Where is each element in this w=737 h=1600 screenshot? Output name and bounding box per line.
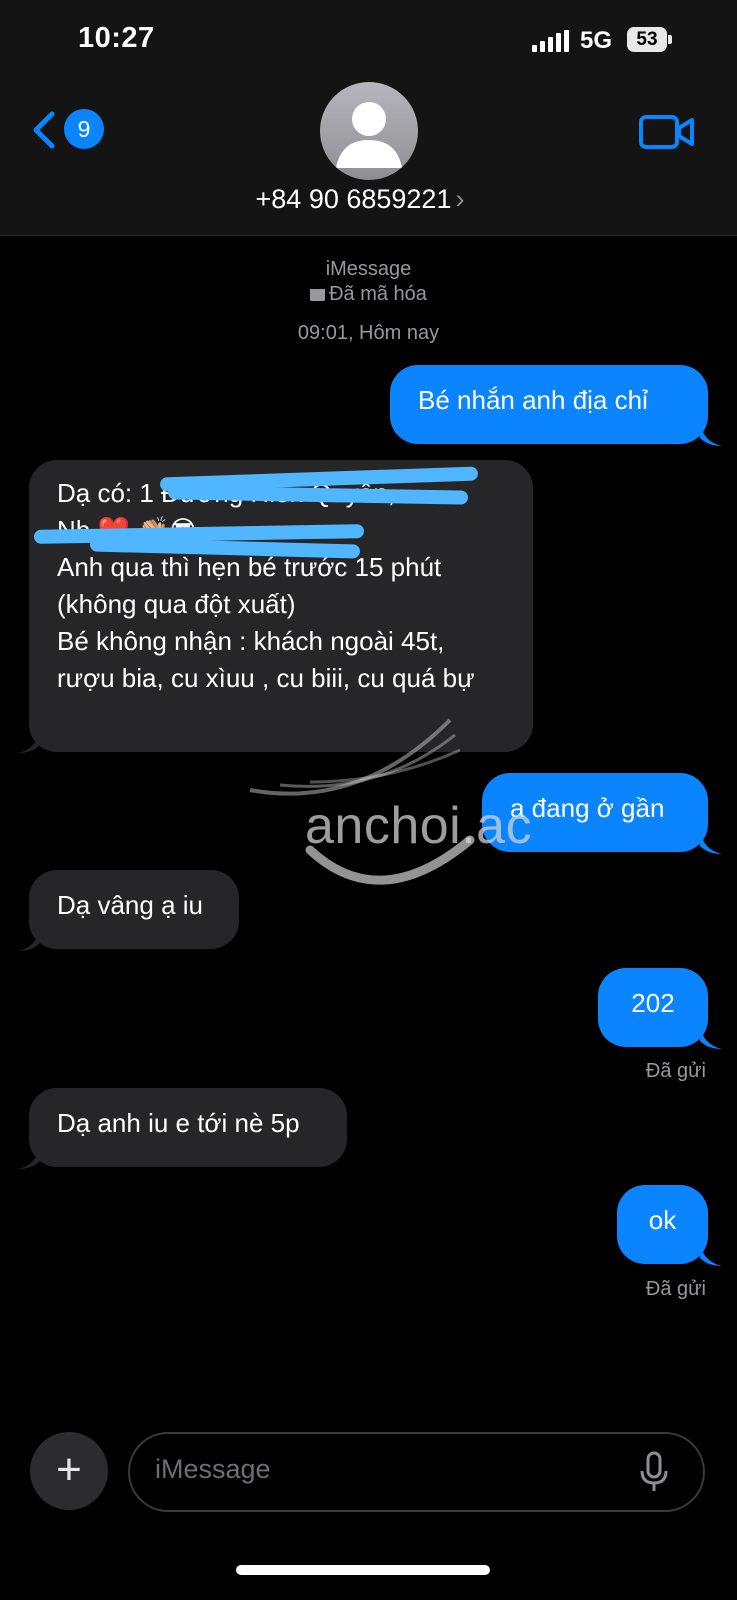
- bubble-tail: [700, 1027, 722, 1049]
- unread-count-badge[interactable]: 9: [64, 109, 104, 149]
- encryption-text: Đã mã hóa: [329, 283, 427, 305]
- bubble-tail: [18, 929, 40, 951]
- input-placeholder: iMessage: [155, 1454, 271, 1484]
- message-text: ok: [648, 1205, 677, 1235]
- apps-plus-button[interactable]: +: [30, 1432, 108, 1510]
- bubble-tail: [18, 731, 40, 753]
- message-bubble-incoming[interactable]: Dạ vâng ạ iu: [29, 870, 239, 949]
- message-line: Bé không nhận : khách ngoài 45t,: [57, 626, 445, 656]
- contact-name: +84 90 6859221: [255, 184, 452, 214]
- header-divider: [0, 235, 737, 236]
- microphone-icon[interactable]: [638, 1451, 670, 1493]
- message-bubble-outgoing[interactable]: ok: [617, 1185, 708, 1264]
- network-type: 5G: [580, 27, 613, 54]
- lock-icon: [310, 289, 326, 301]
- battery-icon: 53: [627, 27, 667, 52]
- message-bubble-outgoing[interactable]: Bé nhắn anh địa chỉ: [390, 365, 708, 444]
- bubble-tail: [18, 1147, 40, 1169]
- chevron-right-icon: ›: [455, 184, 465, 214]
- delivery-status: Đã gửi: [645, 1060, 706, 1082]
- battery-tip: [668, 35, 672, 44]
- chevron-left-icon[interactable]: [28, 108, 68, 152]
- conversation-timestamp: 09:01, Hôm nay: [297, 322, 440, 344]
- watermark-text: anchoi.ac: [305, 797, 533, 855]
- person-icon: [336, 102, 402, 168]
- contact-avatar[interactable]: [320, 82, 418, 180]
- message-bubble-outgoing[interactable]: 202: [598, 968, 708, 1047]
- bubble-tail: [700, 424, 722, 446]
- plus-icon: +: [56, 1445, 82, 1494]
- message-line: (không qua đột xuất): [57, 589, 296, 619]
- encryption-status: Đã mã hóa: [0, 283, 737, 306]
- bubble-tail: [700, 1244, 722, 1266]
- video-camera-icon[interactable]: [638, 112, 696, 152]
- message-text: a đang ở gần: [510, 793, 665, 823]
- signal-icon: [532, 30, 569, 52]
- message-bubble-incoming[interactable]: Dạ anh iu e tới nè 5p: [29, 1088, 347, 1167]
- contact-name-button[interactable]: +84 90 6859221 ›: [200, 184, 520, 215]
- message-text: Bé nhắn anh địa chỉ: [418, 385, 648, 415]
- service-label: iMessage: [325, 258, 412, 280]
- status-time: 10:27: [78, 22, 155, 54]
- message-line: rượu bia, cu xìuu , cu biii, cu quá bự: [57, 663, 475, 693]
- home-indicator[interactable]: [236, 1565, 490, 1575]
- message-text: 202: [631, 988, 675, 1018]
- bubble-tail: [700, 832, 722, 854]
- message-text: Dạ vâng ạ iu: [57, 890, 203, 920]
- message-text: Dạ anh iu e tới nè 5p: [57, 1108, 300, 1138]
- delivery-status: Đã gửi: [645, 1278, 706, 1300]
